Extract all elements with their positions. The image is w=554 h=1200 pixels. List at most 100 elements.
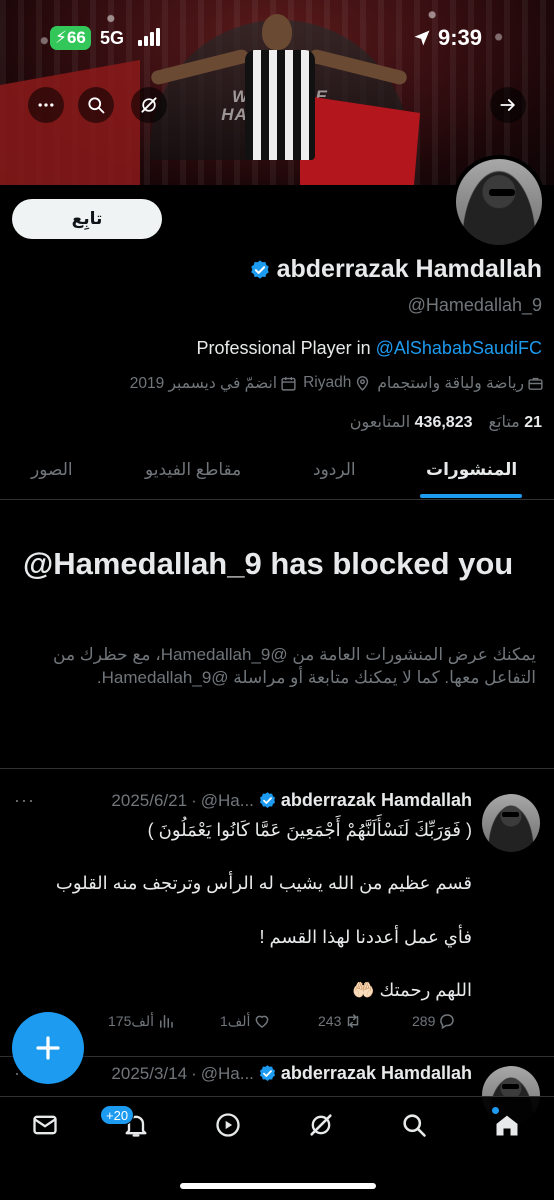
tab-posts[interactable]: المنشورات	[426, 460, 517, 480]
search-icon	[88, 97, 105, 114]
search-profile-button[interactable]	[78, 87, 114, 123]
grok-icon	[141, 97, 157, 113]
joined-label: انضمّ في ديسمبر 2019	[129, 374, 278, 392]
signal-icon	[138, 28, 160, 46]
verified-badge-icon	[259, 792, 275, 808]
network-type: 5G	[100, 28, 125, 48]
location-label: Riyadh	[303, 374, 352, 391]
home-indicator	[180, 1183, 376, 1189]
tweet-text-line: ( فَوَرَبِّكَ لَنَسْأَلَنَّهُمْ أَجْمَعِ…	[147, 820, 472, 840]
plus-icon	[36, 1036, 60, 1060]
tweet-date[interactable]: 2025/6/21	[111, 791, 187, 811]
views-count: 175ألف	[108, 1012, 155, 1029]
home-icon	[496, 1115, 518, 1136]
followers-count: 436,823	[414, 414, 473, 431]
tweet-separator: ·	[191, 790, 197, 810]
grok-icon	[310, 1114, 332, 1136]
back-button[interactable]	[490, 87, 526, 123]
profile-meta: رياضة ولياقة واستجمام Riyadh انضمّ في دي…	[130, 372, 544, 394]
tweet-more-button[interactable]: ···	[14, 790, 35, 811]
banner-player-jersey	[245, 50, 315, 160]
status-bar: ⚡66 5G 9:39	[0, 22, 554, 54]
active-tab-indicator	[420, 494, 522, 498]
tweet-actions: 289 243 1ألف 175ألف	[0, 1012, 554, 1036]
followers-label: المتابعون	[349, 414, 411, 431]
bio-mention-link[interactable]: @AlShababSaudiFC	[376, 338, 542, 358]
nav-messages[interactable]	[29, 1109, 61, 1141]
tweet-text-line: اللهم رحمتك 🤲🏻	[352, 980, 472, 1000]
nav-search[interactable]	[398, 1109, 430, 1141]
location-arrow-icon	[414, 30, 430, 46]
nav-video[interactable]	[212, 1109, 244, 1141]
reply-icon	[440, 1014, 455, 1030]
tweet-header: 2025/3/14 · @Ha... abderrazak Hamdallah	[111, 1063, 472, 1084]
grok-button[interactable]	[131, 87, 167, 123]
tweet-text-line: قسم عظيم من الله يشيب له الرأس وترتجف من…	[55, 873, 472, 893]
mail-icon	[33, 1115, 57, 1135]
avatar-glasses	[489, 189, 515, 196]
tweet-author[interactable]: abderrazak Hamdallah	[281, 1063, 472, 1084]
like-count: 1ألف	[220, 1012, 251, 1029]
profile-category: رياضة ولياقة واستجمام	[377, 374, 544, 393]
avatar-glasses	[502, 812, 519, 817]
repost-button[interactable]: 243	[318, 1012, 362, 1030]
blocked-title: @Hamedallah_9 has blocked you	[23, 546, 514, 581]
compose-button[interactable]	[12, 1012, 84, 1084]
follow-button[interactable]: تابِع	[12, 199, 162, 239]
tweet-handle: @Ha...	[200, 790, 254, 810]
search-icon	[403, 1114, 426, 1137]
bio-text: Professional Player in	[196, 338, 376, 358]
repost-icon	[348, 1014, 359, 1028]
like-button[interactable]: 1ألف	[220, 1012, 271, 1030]
tweet-author[interactable]: abderrazak Hamdallah	[281, 790, 472, 811]
reply-button[interactable]: 289	[412, 1012, 456, 1030]
profile-location: Riyadh	[303, 374, 371, 392]
follow-counts: 21 متابَع 436,823 المتابعون	[350, 412, 542, 432]
reply-count: 289	[412, 1013, 436, 1029]
verified-badge-icon[interactable]	[249, 259, 271, 281]
play-circle-icon	[216, 1113, 240, 1137]
heart-icon	[256, 1015, 269, 1028]
more-icon	[38, 103, 54, 107]
more-options-button[interactable]	[28, 87, 64, 123]
divider	[0, 1056, 554, 1057]
followers-count-link[interactable]: 436,823 المتابعون	[350, 412, 473, 432]
home-unread-dot	[492, 1107, 499, 1114]
battery-level: 66	[66, 28, 86, 47]
briefcase-icon	[528, 377, 543, 390]
profile-avatar[interactable]	[452, 155, 546, 249]
tweet-text-line: فأي عمل أعددنا لهذا القسم !	[259, 927, 472, 947]
location-pin-icon	[357, 375, 369, 391]
divider	[0, 768, 554, 769]
tweet-separator: ·	[191, 1063, 197, 1083]
profile-handle: @Hamedallah_9	[407, 295, 542, 315]
verified-badge-icon	[259, 1065, 275, 1081]
tweet-date[interactable]: 2025/3/14	[111, 1064, 187, 1084]
views-button[interactable]: 175ألف	[108, 1012, 175, 1030]
following-count-link[interactable]: 21 متابَع	[489, 412, 543, 432]
profile-joined: انضمّ في ديسمبر 2019	[130, 374, 297, 393]
battery-indicator: ⚡66	[50, 26, 91, 50]
following-count: 21	[524, 414, 542, 431]
nav-grok[interactable]	[305, 1109, 337, 1141]
bolt-icon: ⚡	[55, 28, 67, 47]
profile-tabs: المنشورات الردود مقاطع الفيديو الصور	[0, 448, 554, 500]
tab-photos[interactable]: الصور	[31, 460, 73, 480]
profile-name: abderrazak Hamdallah	[276, 255, 542, 283]
arrow-right-icon	[500, 99, 515, 111]
tweet-avatar[interactable]	[482, 794, 540, 852]
repost-count: 243	[318, 1013, 342, 1029]
calendar-icon	[281, 376, 296, 391]
category-label: رياضة ولياقة واستجمام	[377, 374, 524, 392]
clock: 9:39	[438, 25, 483, 50]
profile-name-row: abderrazak Hamdallah	[249, 255, 542, 284]
notifications-badge: +20	[100, 1105, 135, 1125]
avatar-glasses	[502, 1084, 519, 1089]
profile-bio: Professional Player in @AlShababSaudiFC	[197, 338, 542, 359]
tab-replies[interactable]: الردود	[313, 460, 356, 480]
tweet-header: 2025/6/21 · @Ha... abderrazak Hamdallah	[111, 790, 472, 811]
blocked-description: يمكنك عرض المنشورات العامة من @Hamedalla…	[53, 645, 536, 687]
tweet-handle: @Ha...	[200, 1063, 254, 1083]
tab-videos[interactable]: مقاطع الفيديو	[145, 460, 241, 480]
following-label: متابَع	[488, 414, 520, 431]
